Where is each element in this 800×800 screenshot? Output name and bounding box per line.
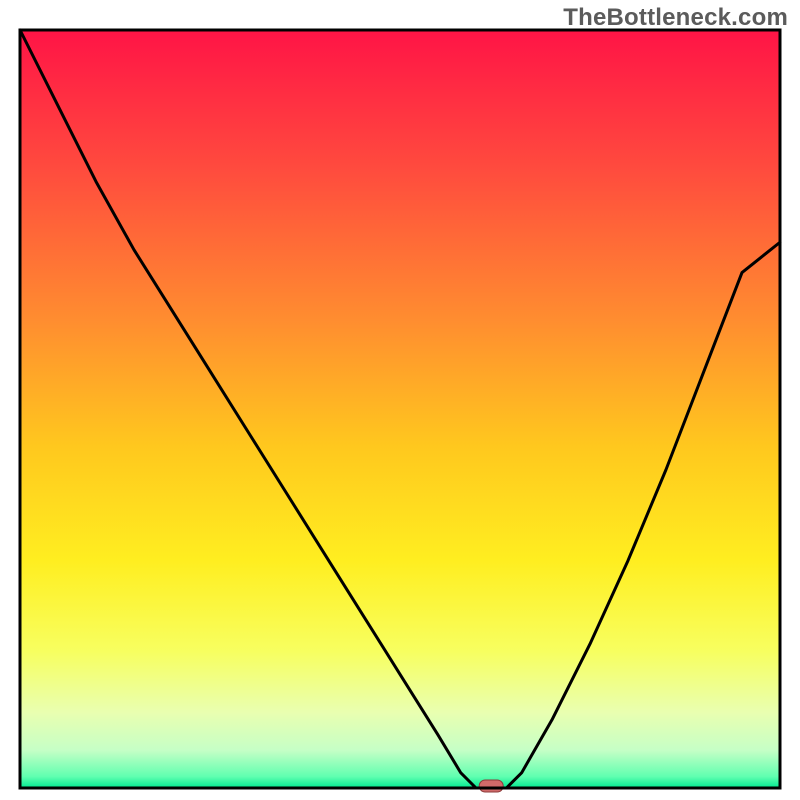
optimal-point-marker [479, 780, 503, 792]
chart-svg [0, 0, 800, 800]
bottleneck-chart: TheBottleneck.com [0, 0, 800, 800]
watermark-text: TheBottleneck.com [563, 4, 788, 32]
